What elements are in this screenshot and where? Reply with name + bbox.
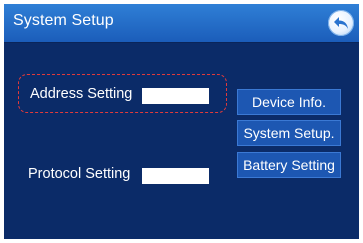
address-setting-label: Address Setting [30,86,133,102]
battery-setting-button[interactable]: Battery Setting [237,152,341,178]
address-setting-field[interactable] [142,88,209,104]
back-button[interactable] [328,10,354,36]
protocol-setting-field[interactable] [142,168,209,184]
back-arrow-icon [334,17,348,29]
device-screen: System Setup Address Setting Protocol Se… [4,4,359,239]
system-setup-button[interactable]: System Setup. [237,120,341,146]
page-title: System Setup [13,12,114,29]
header-bar: System Setup [4,4,359,43]
protocol-setting-label: Protocol Setting [28,166,131,182]
device-info-button[interactable]: Device Info. [237,89,341,115]
